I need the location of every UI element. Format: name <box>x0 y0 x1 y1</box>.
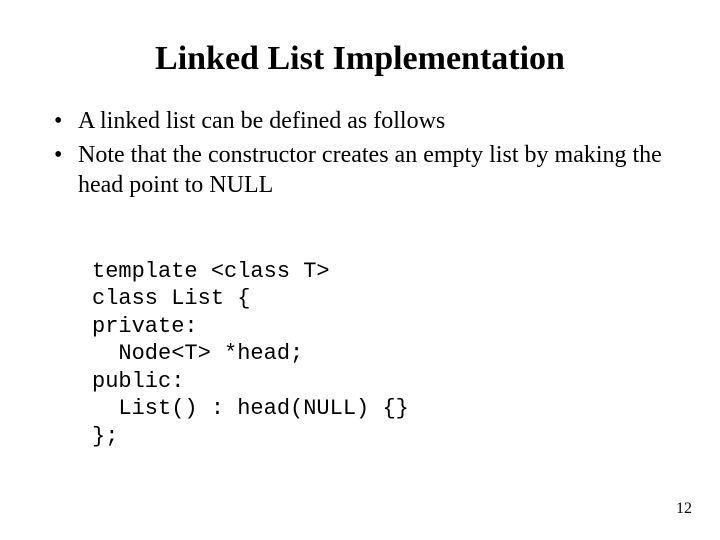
code-line: public: <box>92 369 184 394</box>
slide: Linked List Implementation A linked list… <box>0 0 720 540</box>
code-line: template <class T> <box>92 259 330 284</box>
bullet-item: Note that the constructor creates an emp… <box>54 140 672 200</box>
code-line: private: <box>92 314 198 339</box>
bullet-item: A linked list can be defined as follows <box>54 106 672 136</box>
code-line: class List { <box>92 286 250 311</box>
code-line: }; <box>92 424 118 449</box>
slide-title: Linked List Implementation <box>48 40 672 78</box>
code-line: Node<T> *head; <box>92 341 303 366</box>
code-block: template <class T> class List { private:… <box>92 230 672 450</box>
code-line: List() : head(NULL) {} <box>92 396 409 421</box>
bullet-list: A linked list can be defined as follows … <box>48 106 672 200</box>
page-number: 12 <box>676 500 692 518</box>
